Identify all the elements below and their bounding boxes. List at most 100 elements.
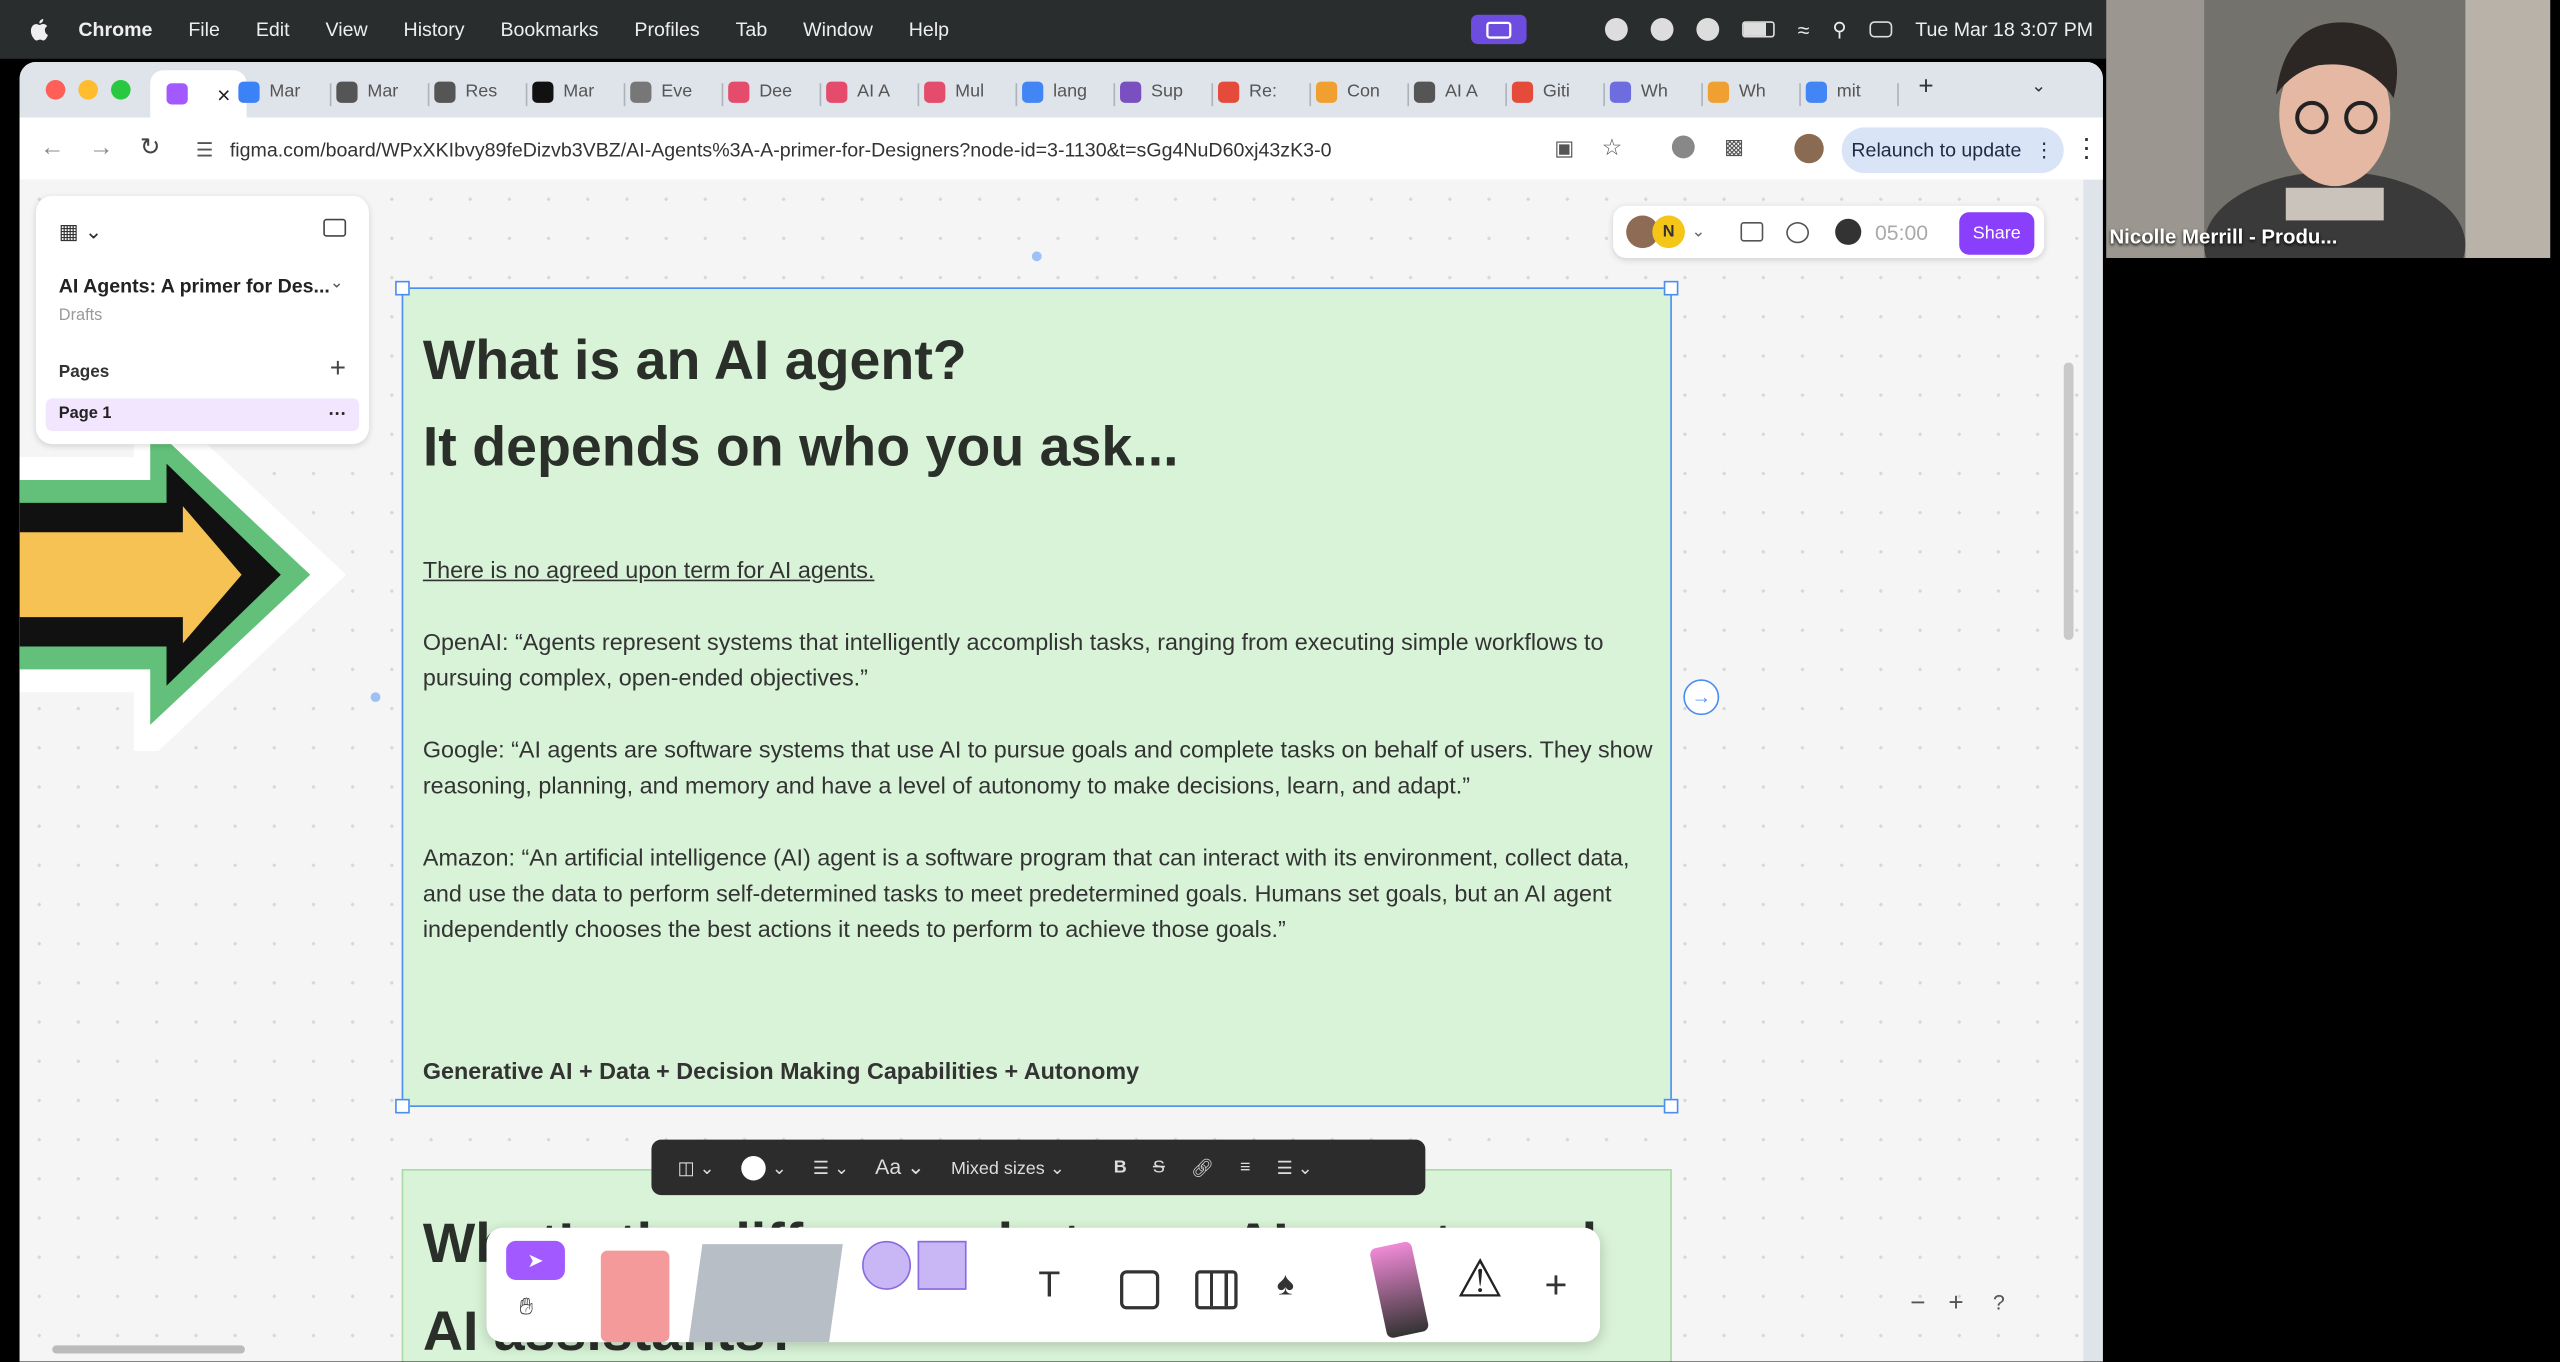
agent-formula[interactable]: Generative AI + Data + Decision Making C… <box>423 1055 1657 1091</box>
figma-menu-icon[interactable]: ▦ ⌄ <box>59 219 103 245</box>
google-definition[interactable]: Google: “AI agents are software systems … <box>423 733 1657 805</box>
comment-icon[interactable] <box>1786 221 1810 243</box>
arrow-sticker[interactable] <box>19 424 347 752</box>
resize-handle[interactable] <box>1663 1098 1679 1114</box>
share-button[interactable]: Share <box>1959 212 2035 255</box>
font-size-select[interactable]: Mixed sizes ⌄ <box>951 1157 1065 1178</box>
select-tool-icon[interactable]: ➤ <box>506 1240 565 1281</box>
menu-help[interactable]: Help <box>909 18 949 41</box>
warning-sticker-icon[interactable]: ⚠︎ <box>1456 1247 1503 1309</box>
browser-tab[interactable]: Sup <box>1120 70 1183 112</box>
control-center-icon[interactable] <box>1869 21 1893 38</box>
figjam-canvas[interactable]: ▦ ⌄ AI Agents: A primer for Des... ⌄ Dra… <box>19 179 2084 1362</box>
menubar-clock[interactable]: Tue Mar 18 3:07 PM <box>1915 18 2093 41</box>
resize-handle[interactable] <box>395 1098 410 1114</box>
reload-button[interactable]: ↻ <box>137 135 163 162</box>
forward-button[interactable]: → <box>88 135 114 162</box>
search-icon[interactable]: ⚲ <box>1832 18 1846 41</box>
stamp-tool-icon[interactable]: ♠ <box>1277 1267 1294 1305</box>
browser-tab[interactable]: Mar <box>336 70 398 112</box>
toggle-sidebar-icon[interactable] <box>323 218 347 237</box>
menu-bookmarks[interactable]: Bookmarks <box>500 18 598 41</box>
zoom-out-button[interactable]: − <box>1910 1290 1925 1319</box>
selected-text-card[interactable]: What is an AI agent? It depends on who y… <box>395 280 1679 1114</box>
strikethrough-icon[interactable]: S <box>1153 1158 1165 1178</box>
status-app-icon[interactable] <box>1650 17 1674 41</box>
zoom-window-button[interactable] <box>111 80 131 100</box>
layout-icon[interactable] <box>1741 222 1764 242</box>
add-page-icon[interactable]: + <box>330 353 346 386</box>
openai-definition[interactable]: OpenAI: “Agents represent systems that i… <box>423 625 1657 697</box>
relaunch-to-update-button[interactable]: Relaunch to update ⋮ <box>1841 127 2064 174</box>
profile-avatar[interactable] <box>1794 133 1824 164</box>
horizontal-scrollbar[interactable] <box>52 1345 245 1354</box>
tab-search-button[interactable]: ⌄ <box>2031 75 2046 97</box>
menu-view[interactable]: View <box>326 18 368 41</box>
chevron-down-icon[interactable]: ⌄ <box>1691 223 1705 241</box>
browser-tab[interactable]: Eve <box>630 70 692 112</box>
amazon-definition[interactable]: Amazon: “An artificial intelligence (AI)… <box>423 841 1657 949</box>
line-style-icon[interactable]: ☰ ⌄ <box>813 1157 849 1178</box>
file-location[interactable]: Drafts <box>59 307 103 325</box>
card-intro[interactable]: There is no agreed upon term for AI agen… <box>423 553 875 589</box>
frame-tool-icon[interactable] <box>1120 1270 1160 1310</box>
browser-menu-icon[interactable]: ⋮ <box>2074 132 2100 165</box>
card-title[interactable]: What is an AI agent? It depends on who y… <box>423 318 1179 491</box>
browser-tab[interactable]: Giti <box>1511 70 1570 112</box>
battery-icon[interactable] <box>1742 21 1775 38</box>
menu-edit[interactable]: Edit <box>256 18 290 41</box>
browser-tab[interactable]: AI A <box>826 70 890 112</box>
menu-profiles[interactable]: Profiles <box>634 18 699 41</box>
bullet-list-icon[interactable]: ≡ <box>1240 1158 1250 1178</box>
menu-file[interactable]: File <box>188 18 220 41</box>
new-tab-button[interactable]: + <box>1918 73 1933 102</box>
browser-tab[interactable]: Wh <box>1609 70 1668 112</box>
more-tools-icon[interactable]: + <box>1545 1264 1568 1310</box>
vertical-scrollbar[interactable] <box>2063 362 2074 641</box>
browser-tab[interactable]: lang <box>1022 70 1087 112</box>
status-app-icon[interactable] <box>1605 17 1629 41</box>
extension-icon[interactable] <box>1671 135 1695 159</box>
menu-window[interactable]: Window <box>803 18 873 41</box>
menu-app-name[interactable]: Chrome <box>78 18 152 41</box>
browser-tab[interactable]: AI A <box>1413 70 1478 112</box>
extensions-puzzle-icon[interactable]: ▩ <box>1724 134 1744 160</box>
resize-handle[interactable] <box>1663 280 1679 296</box>
browser-tab[interactable]: Dee <box>728 70 792 112</box>
timer-value[interactable]: 05:00 <box>1875 220 1928 244</box>
browser-tab[interactable]: Mul <box>924 70 984 112</box>
browser-tab[interactable]: Wh <box>1707 70 1766 112</box>
back-button[interactable]: ← <box>39 135 65 162</box>
screen-share-icon[interactable] <box>1471 14 1527 45</box>
shape-type-icon[interactable]: ◫ ⌄ <box>678 1157 715 1178</box>
resize-handle[interactable] <box>395 280 410 296</box>
user-initial-avatar[interactable]: N <box>1652 215 1685 249</box>
marker-tool-icon[interactable] <box>1368 1240 1430 1339</box>
sticky-note-tool[interactable] <box>600 1250 670 1343</box>
table-tool-icon[interactable] <box>1195 1270 1238 1310</box>
timer-icon[interactable] <box>1835 218 1862 245</box>
section-tool[interactable] <box>688 1244 843 1343</box>
camera-blocked-icon[interactable]: ▣ <box>1554 136 1574 162</box>
shapes-tool[interactable] <box>862 1240 970 1342</box>
chevron-down-icon[interactable]: ⌄ <box>330 274 344 292</box>
more-options-icon[interactable]: ⋯ <box>328 398 346 431</box>
link-icon[interactable]: 🔗︎ <box>1191 1157 1214 1178</box>
address-bar[interactable]: ☰ figma.com/board/WPxXKIbvy89feDizvb3VBZ… <box>183 129 1652 171</box>
browser-tab[interactable]: mit <box>1805 70 1861 112</box>
menu-history[interactable]: History <box>404 18 465 41</box>
apple-icon[interactable] <box>29 18 49 41</box>
page-item-page-1[interactable]: Page 1 ⋯ <box>45 398 360 432</box>
browser-tab[interactable]: Mar <box>238 70 300 112</box>
browser-tab[interactable]: Re: <box>1217 70 1277 112</box>
connector-arrow-icon[interactable]: → <box>1683 679 1720 716</box>
close-tab-icon[interactable]: × <box>217 81 230 107</box>
close-window-button[interactable] <box>45 80 66 100</box>
browser-tab[interactable]: Res <box>434 70 497 112</box>
zoom-in-button[interactable]: + <box>1948 1290 1963 1319</box>
align-icon[interactable]: ☰ ⌄ <box>1277 1157 1313 1178</box>
browser-tab[interactable]: Con <box>1315 70 1380 112</box>
bookmark-star-icon[interactable]: ☆ <box>1602 134 1623 162</box>
text-tool-icon[interactable]: T <box>1038 1264 1060 1306</box>
font-family-icon[interactable]: Aa ⌄ <box>875 1154 925 1180</box>
